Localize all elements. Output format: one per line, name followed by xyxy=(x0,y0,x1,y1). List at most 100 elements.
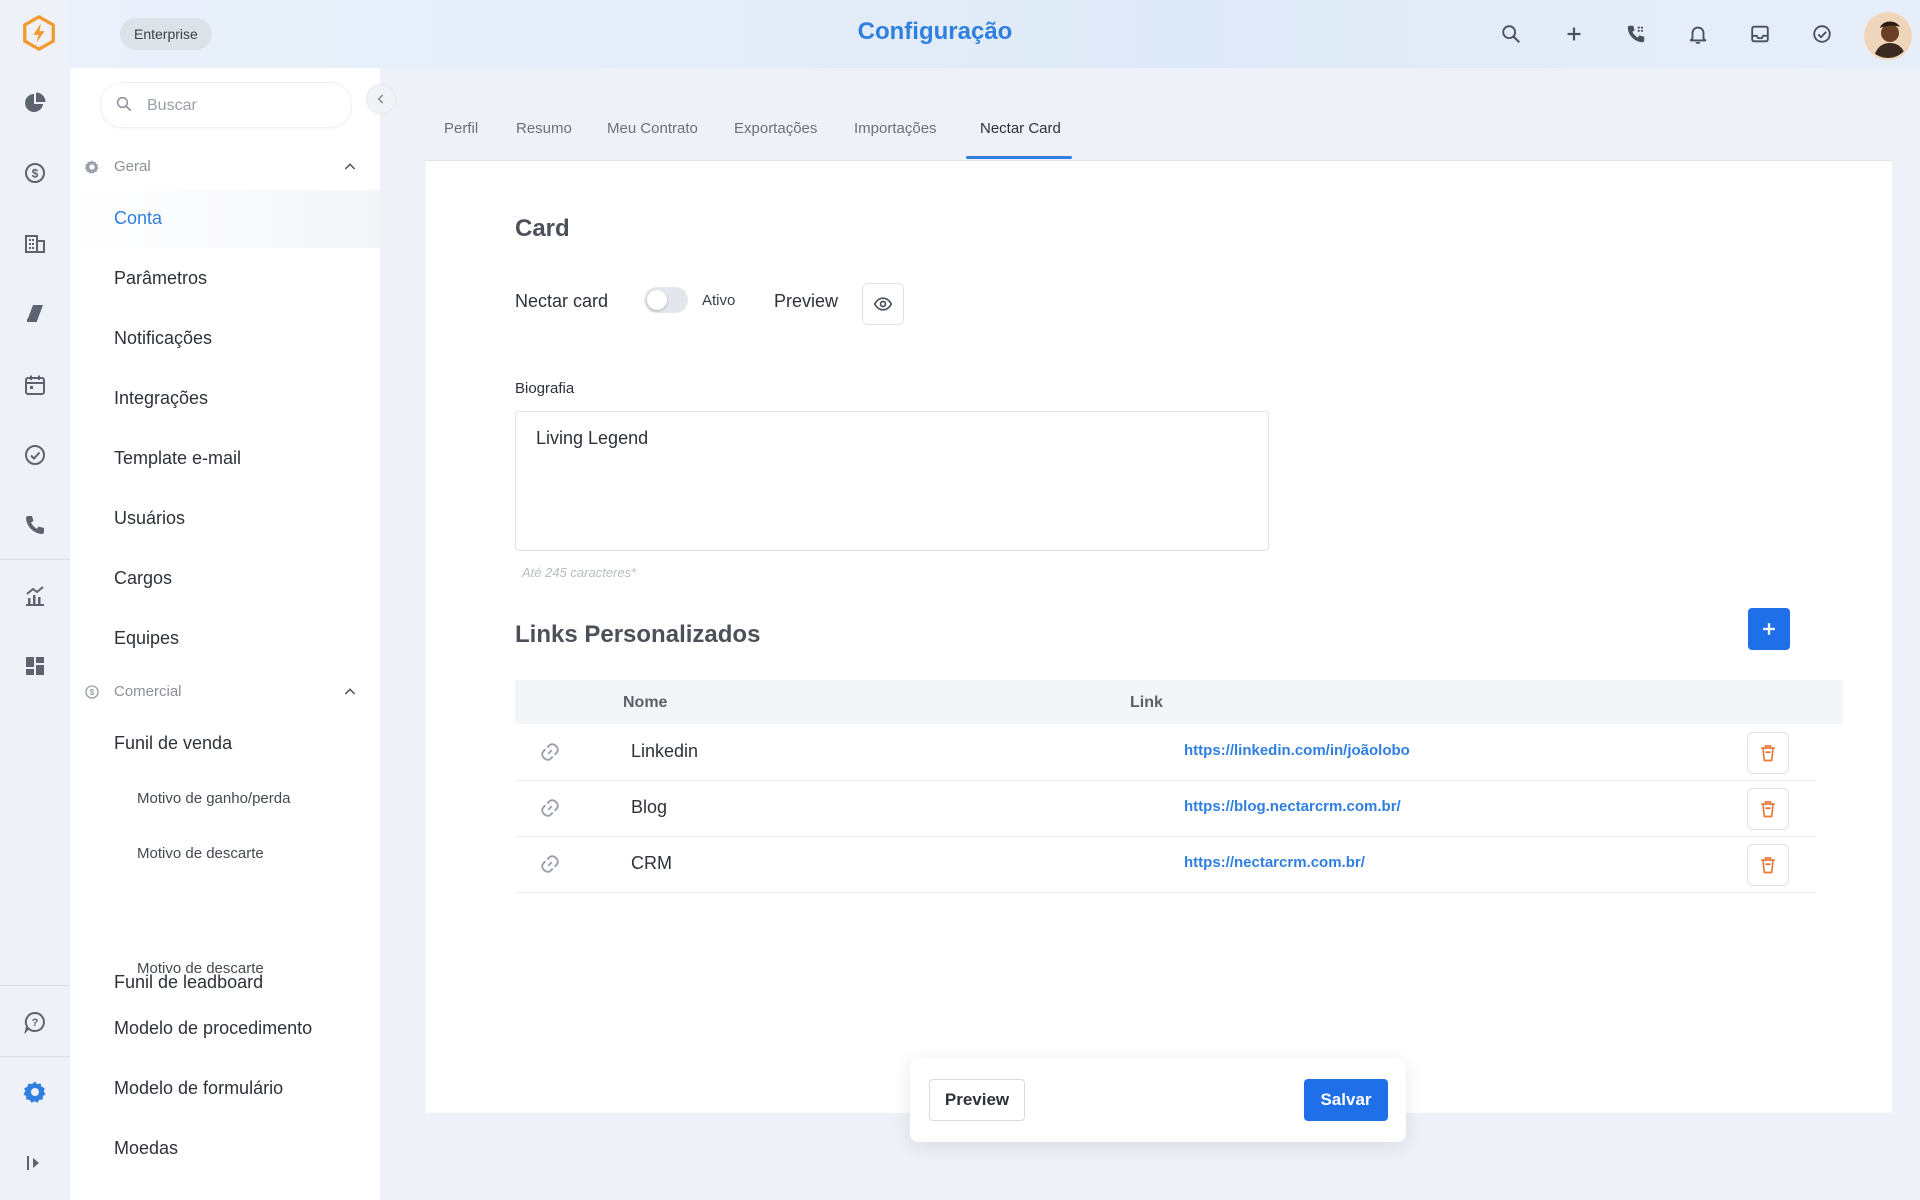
link-icon xyxy=(541,855,559,873)
active-tab-indicator xyxy=(966,156,1072,159)
sidebar-item-label: Cargos xyxy=(114,568,173,588)
tab-perfil[interactable]: Perfil xyxy=(444,120,478,137)
help-icon[interactable]: ? xyxy=(21,1008,49,1036)
sidebar-item-label: Equipes xyxy=(114,628,180,648)
pie-chart-icon[interactable] xyxy=(21,89,49,117)
sidebar-item-label: Motivo de descarte xyxy=(137,960,264,977)
section-title-links: Links Personalizados xyxy=(515,621,761,648)
rail-divider xyxy=(0,559,70,560)
tab-exportacoes[interactable]: Exportações xyxy=(734,120,817,137)
sidebar-item-motivo-descarte[interactable]: Motivo de descarte xyxy=(70,825,380,883)
preview-card-button[interactable] xyxy=(862,283,904,325)
trash-icon xyxy=(1761,745,1775,762)
table-row: CRM https://nectarcrm.com.br/ xyxy=(515,836,1815,893)
tab-nectar-card[interactable]: Nectar Card xyxy=(980,120,1061,137)
sidebar-item-usuarios[interactable]: Usuários xyxy=(70,490,380,548)
section-comercial[interactable]: $ Comercial xyxy=(70,672,380,712)
sidebar-item-label: Conta xyxy=(114,208,163,228)
tab-meu-contrato[interactable]: Meu Contrato xyxy=(607,120,698,137)
inbox-icon[interactable] xyxy=(1746,20,1774,48)
svg-text:$: $ xyxy=(90,688,95,697)
link-name: Linkedin xyxy=(631,741,699,761)
phone-icon[interactable] xyxy=(21,511,49,539)
sidebar-item-template-email[interactable]: Template e-mail xyxy=(70,430,380,488)
link-url[interactable]: https://linkedin.com/in/joãolobo xyxy=(1184,742,1410,759)
link-url[interactable]: https://nectarcrm.com.br/ xyxy=(1184,854,1365,871)
delete-link-button[interactable] xyxy=(1747,844,1789,886)
sidebar-item-equipes[interactable]: Equipes xyxy=(70,610,380,668)
sidebar-item-moedas[interactable]: Moedas xyxy=(70,1120,380,1178)
bio-textarea[interactable]: Living Legend xyxy=(515,411,1269,551)
sidebar-item-label: Integrações xyxy=(114,388,209,408)
check-circle-icon[interactable] xyxy=(1808,20,1836,48)
search-icon xyxy=(116,96,132,112)
nectar-card-panel: Card Nectar card Ativo Preview Biografia… xyxy=(426,161,1892,1113)
check-circle-icon[interactable] xyxy=(21,441,49,469)
analytics-icon[interactable] xyxy=(21,582,49,610)
building-icon[interactable] xyxy=(21,229,49,257)
svg-text:$: $ xyxy=(32,167,39,181)
section-geral[interactable]: Geral xyxy=(70,147,380,187)
settings-icon[interactable] xyxy=(21,1078,49,1106)
column-header-link: Link xyxy=(1130,694,1163,711)
logo-icon[interactable] xyxy=(20,14,58,52)
megaphone-icon[interactable] xyxy=(21,299,49,327)
search-icon[interactable] xyxy=(1497,20,1525,48)
sidebar-item-integracoes[interactable]: Integrações xyxy=(70,370,380,428)
sidebar-item-label: Parâmetros xyxy=(114,268,208,288)
tab-importacoes[interactable]: Importações xyxy=(854,120,937,137)
action-bar: Preview Salvar xyxy=(910,1058,1406,1142)
sidebar-item-notificacoes[interactable]: Notificações xyxy=(70,310,380,368)
rail-divider xyxy=(0,1056,70,1057)
preview-label: Preview xyxy=(774,291,839,311)
sidebar-item-motivo-descarte-leadboard[interactable]: Motivo de descarte xyxy=(70,940,380,998)
eye-icon xyxy=(873,297,893,311)
link-icon xyxy=(541,799,559,817)
sidebar-item-cargos[interactable]: Cargos xyxy=(70,550,380,608)
save-button[interactable]: Salvar xyxy=(1304,1079,1388,1121)
delete-link-button[interactable] xyxy=(1747,732,1789,774)
tab-resumo[interactable]: Resumo xyxy=(516,120,572,137)
nectar-card-label: Nectar card xyxy=(515,291,609,311)
plus-icon xyxy=(1763,623,1775,635)
sidebar-item-parametros[interactable]: Parâmetros xyxy=(70,250,380,308)
bio-hint: Até 245 caracteres* xyxy=(522,565,637,580)
sidebar-item-modelo-formulario[interactable]: Modelo de formulário xyxy=(70,1060,380,1118)
table-row: Blog https://blog.nectarcrm.com.br/ xyxy=(515,780,1815,837)
plus-icon[interactable] xyxy=(1560,20,1588,48)
gear-icon xyxy=(84,160,99,174)
nectar-card-toggle[interactable] xyxy=(644,287,688,313)
preview-button[interactable]: Preview xyxy=(929,1079,1025,1121)
phone-icon[interactable] xyxy=(1622,20,1650,48)
dollar-icon: $ xyxy=(85,685,99,699)
expand-icon[interactable] xyxy=(21,1149,49,1177)
sidebar-item-motivo-ganho-perda[interactable]: Motivo de ganho/perda xyxy=(70,770,380,828)
sidebar-item-label: Funil de venda xyxy=(114,733,233,753)
chevron-left-icon xyxy=(377,94,384,104)
search-input[interactable] xyxy=(145,93,339,119)
dashboard-icon[interactable] xyxy=(21,652,49,680)
section-label: Comercial xyxy=(114,683,182,700)
sidebar-item-modelo-procedimento[interactable]: Modelo de procedimento xyxy=(70,1000,380,1058)
icon-rail: $ ? xyxy=(0,0,70,1200)
toggle-knob xyxy=(647,290,667,310)
search-box[interactable] xyxy=(100,82,352,128)
delete-link-button[interactable] xyxy=(1747,788,1789,830)
bell-icon[interactable] xyxy=(1684,20,1712,48)
avatar[interactable] xyxy=(1864,12,1912,60)
toggle-label: Ativo xyxy=(702,292,736,309)
links-table-header: Nome Link xyxy=(515,680,1843,724)
link-url[interactable]: https://blog.nectarcrm.com.br/ xyxy=(1184,798,1401,815)
link-name: Blog xyxy=(631,797,668,817)
sidebar-item-conta[interactable]: Conta xyxy=(70,190,380,248)
dollar-icon[interactable]: $ xyxy=(21,159,49,187)
collapse-sidebar-button[interactable] xyxy=(366,84,396,114)
sidebar-item-label: Motivo de descarte xyxy=(137,845,264,862)
link-icon xyxy=(541,743,559,761)
sidebar-item-funil-de-venda[interactable]: Funil de venda xyxy=(70,715,380,773)
settings-sidebar: Geral Conta Parâmetros Notificações Inte… xyxy=(70,68,396,1200)
sidebar-item-label: Notificações xyxy=(114,328,213,348)
section-title-card: Card xyxy=(515,215,570,242)
calendar-icon[interactable] xyxy=(21,371,49,399)
add-link-button[interactable] xyxy=(1748,608,1790,650)
